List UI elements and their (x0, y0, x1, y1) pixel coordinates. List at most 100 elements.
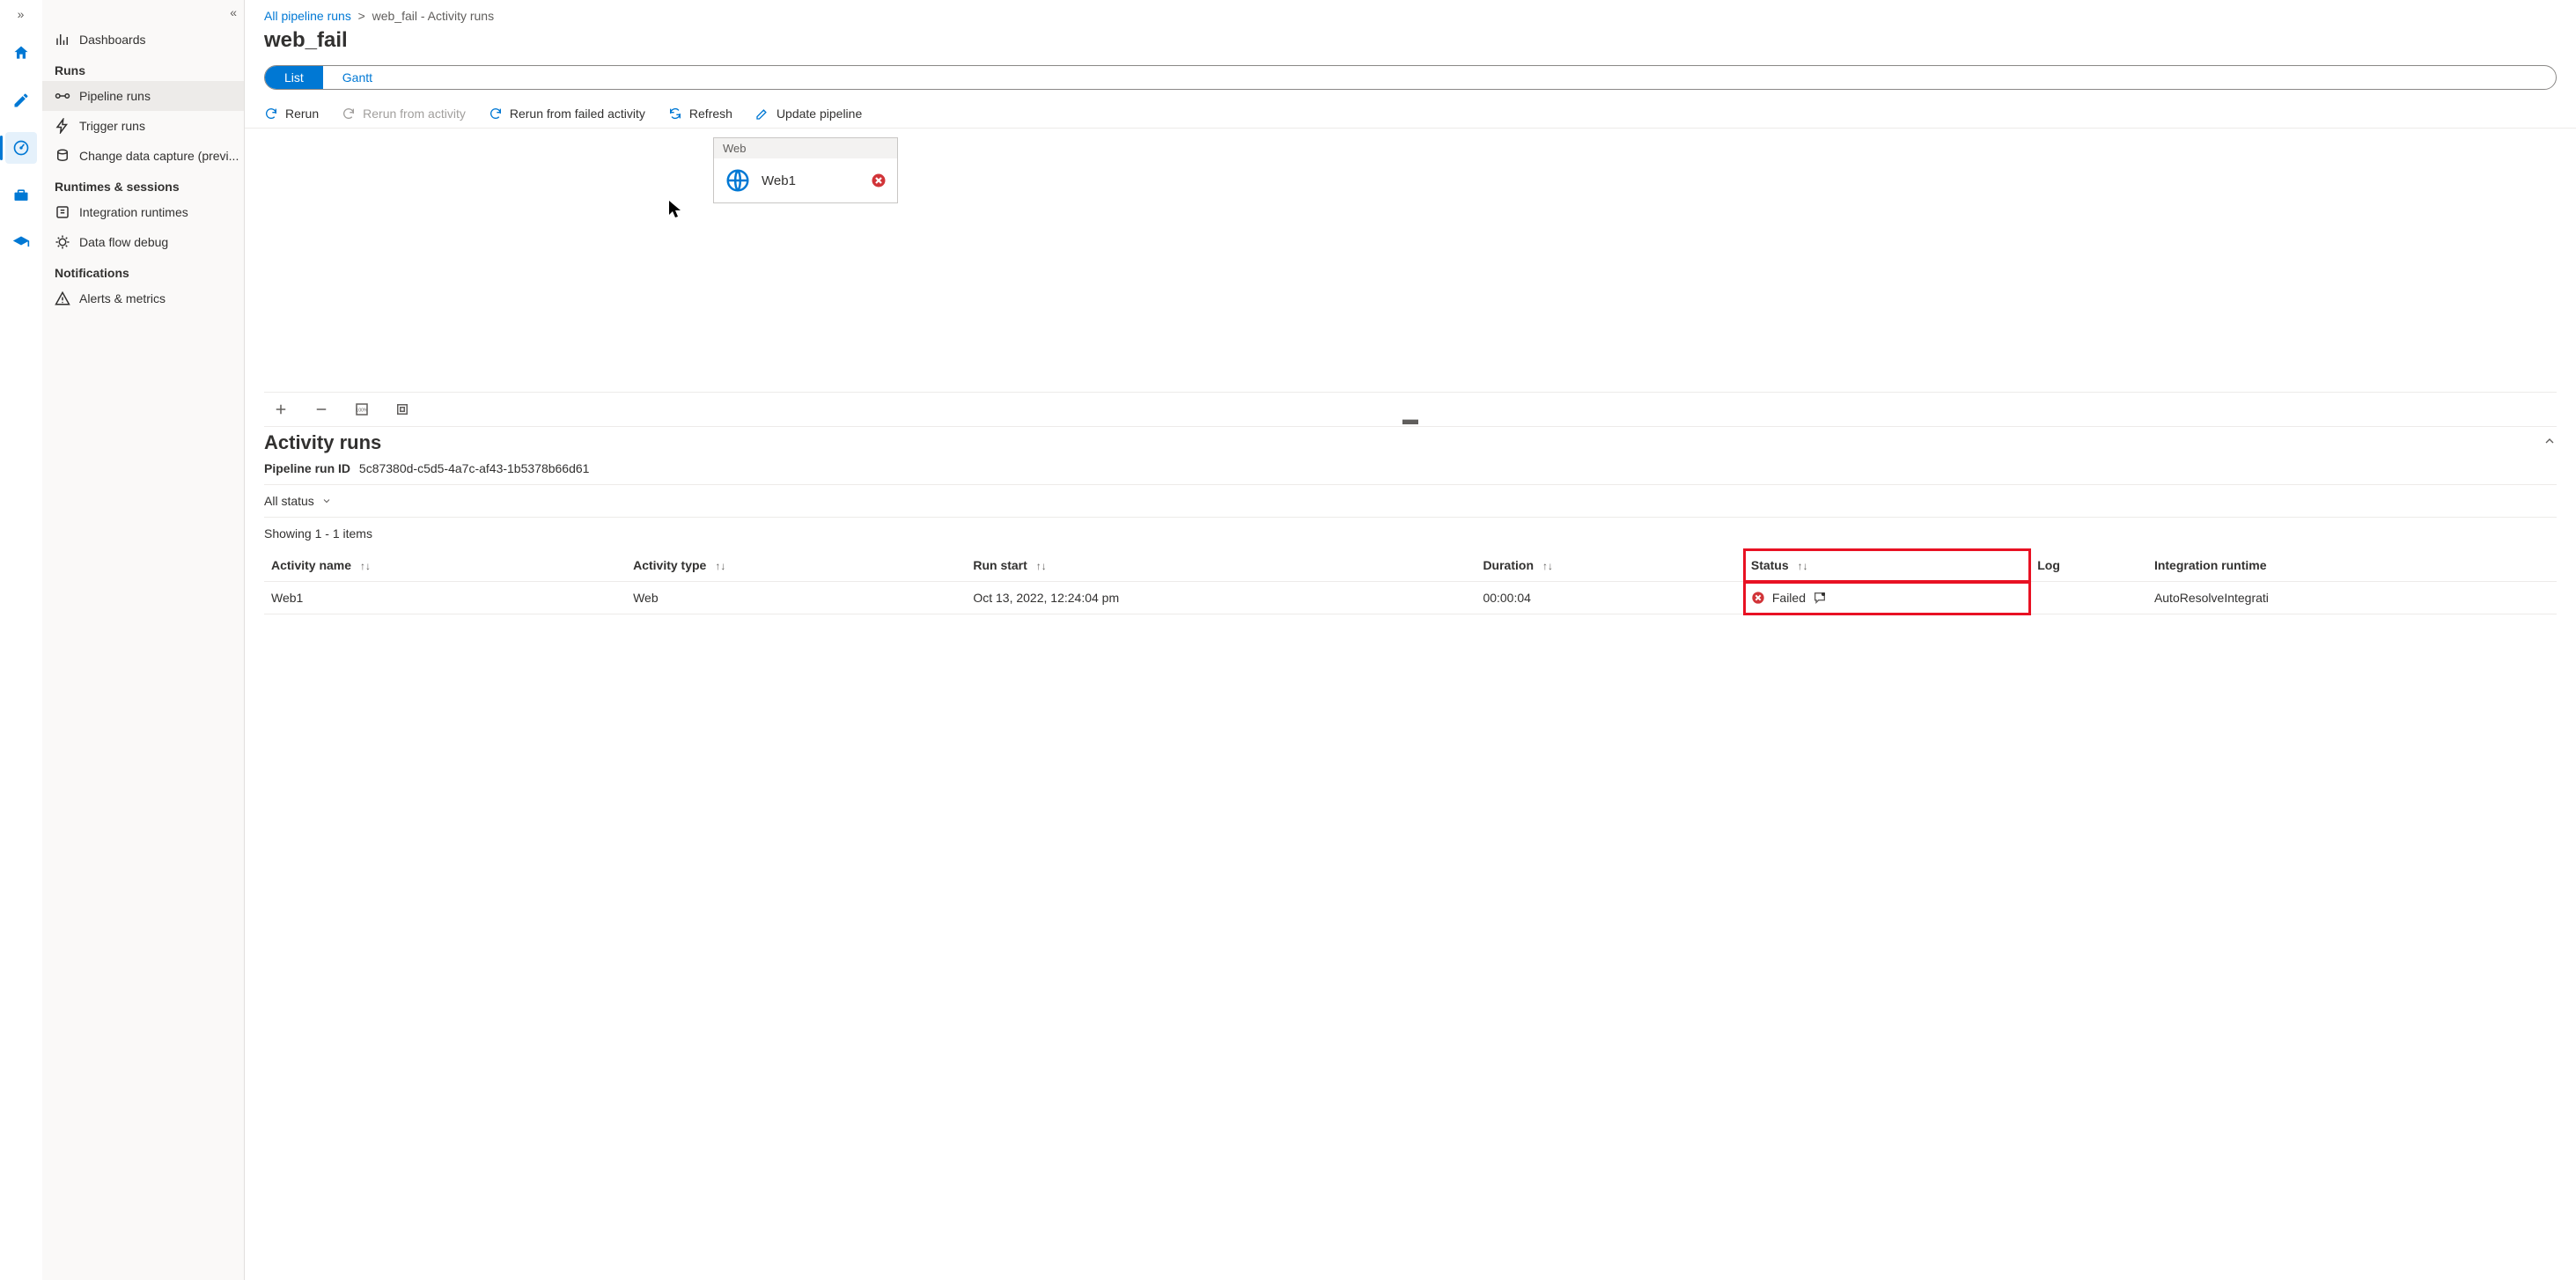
cell-activity-name: Web1 (264, 582, 626, 614)
cell-duration: 00:00:04 (1476, 582, 1743, 614)
col-integration-runtime[interactable]: Integration runtime (2147, 549, 2557, 582)
collapse-section-icon[interactable] (2543, 434, 2557, 452)
sidebar-label: Data flow debug (79, 235, 168, 249)
sidebar-label: Dashboards (79, 33, 146, 47)
activity-card-type: Web (714, 138, 897, 158)
rerun-activity-icon (342, 107, 356, 121)
activity-runs-table: Activity name↑↓ Activity type↑↓ Run star… (264, 549, 2557, 614)
sidebar-label: Pipeline runs (79, 89, 151, 103)
run-id-label: Pipeline run ID (264, 461, 350, 475)
showing-count: Showing 1 - 1 items (264, 518, 2557, 549)
cmd-refresh[interactable]: Refresh (668, 107, 732, 121)
sort-icon: ↑↓ (1798, 560, 1808, 572)
sort-icon: ↑↓ (715, 560, 725, 572)
run-id-row: Pipeline run ID 5c87380d-c5d5-4a7c-af43-… (264, 454, 2557, 485)
run-id-value: 5c87380d-c5d5-4a7c-af43-1b5378b66d61 (359, 461, 590, 475)
sort-icon: ↑↓ (1542, 560, 1553, 572)
svg-text:100%: 100% (356, 408, 368, 413)
resize-grip-icon[interactable]: ▬ (245, 416, 2576, 423)
activity-runs-title: Activity runs (264, 431, 381, 454)
sidebar-section-runs: Runs (42, 55, 244, 81)
chevron-down-icon (321, 496, 332, 506)
pipeline-icon (55, 88, 70, 104)
monitor-sidebar: « Dashboards Runs Pipeline runs Trigger … (42, 0, 245, 1280)
home-icon (12, 44, 30, 62)
cmd-label: Update pipeline (776, 107, 862, 121)
sidebar-label: Alerts & metrics (79, 291, 166, 305)
alert-icon (55, 291, 70, 306)
sort-icon: ↑↓ (1036, 560, 1047, 572)
rerun-failed-icon (489, 107, 503, 121)
chevron-up-icon (2543, 434, 2557, 448)
edit-icon (755, 107, 769, 121)
breadcrumb: All pipeline runs > web_fail - Activity … (245, 0, 2576, 25)
view-toggle: List Gantt (264, 65, 2557, 90)
rail-learn[interactable] (5, 227, 37, 259)
sidebar-item-dataflow-debug[interactable]: Data flow debug (42, 227, 244, 257)
cell-run-start: Oct 13, 2022, 12:24:04 pm (966, 582, 1476, 614)
activity-card-name: Web1 (762, 173, 796, 188)
globe-icon (725, 167, 751, 194)
cmd-rerun-from-failed[interactable]: Rerun from failed activity (489, 107, 645, 121)
gauge-icon (12, 139, 30, 157)
toolbox-icon (12, 187, 30, 204)
page-title: web_fail (245, 25, 2576, 62)
cmd-label: Rerun from activity (363, 107, 466, 121)
col-run-start[interactable]: Run start↑↓ (966, 549, 1476, 582)
cell-status[interactable]: Failed (1744, 582, 2030, 614)
refresh-icon (668, 107, 682, 121)
command-bar: Rerun Rerun from activity Rerun from fai… (245, 99, 2576, 129)
debug-icon (55, 234, 70, 250)
error-icon (1751, 591, 1765, 605)
pencil-icon (12, 92, 30, 109)
toggle-gantt[interactable]: Gantt (323, 66, 392, 89)
status-filter-label: All status (264, 494, 314, 508)
sidebar-item-cdc[interactable]: Change data capture (previ... (42, 141, 244, 171)
cmd-rerun[interactable]: Rerun (264, 107, 319, 121)
error-icon (871, 173, 887, 188)
expand-rail-icon[interactable]: » (5, 7, 37, 21)
sidebar-item-dashboards[interactable]: Dashboards (42, 25, 244, 55)
col-status[interactable]: Status↑↓ (1744, 549, 2030, 582)
activity-card-web1[interactable]: Web Web1 (713, 137, 898, 203)
sidebar-label: Change data capture (previ... (79, 149, 239, 163)
sidebar-label: Integration runtimes (79, 205, 188, 219)
sidebar-item-trigger-runs[interactable]: Trigger runs (42, 111, 244, 141)
cell-integration-runtime: AutoResolveIntegrati (2147, 582, 2557, 614)
pipeline-canvas[interactable]: Web Web1 (264, 129, 2557, 393)
activity-runs-section: Activity runs Pipeline run ID 5c87380d-c… (245, 423, 2576, 1280)
status-filter[interactable]: All status (264, 485, 2557, 518)
rail-author[interactable] (5, 85, 37, 116)
col-activity-name[interactable]: Activity name↑↓ (264, 549, 626, 582)
cmd-rerun-from-activity: Rerun from activity (342, 107, 466, 121)
breadcrumb-leaf: web_fail - Activity runs (372, 9, 495, 23)
breadcrumb-root[interactable]: All pipeline runs (264, 9, 351, 23)
col-activity-type[interactable]: Activity type↑↓ (626, 549, 966, 582)
cdc-icon (55, 148, 70, 164)
sidebar-section-notifications: Notifications (42, 257, 244, 283)
dashboard-icon (55, 32, 70, 48)
rail-manage[interactable] (5, 180, 37, 211)
table-row[interactable]: Web1 Web Oct 13, 2022, 12:24:04 pm 00:00… (264, 582, 2557, 614)
sidebar-item-alerts[interactable]: Alerts & metrics (42, 283, 244, 313)
main-content: All pipeline runs > web_fail - Activity … (245, 0, 2576, 1280)
icon-rail: » (0, 0, 42, 1280)
toggle-list[interactable]: List (265, 66, 323, 89)
cmd-label: Rerun (285, 107, 319, 121)
cmd-update-pipeline[interactable]: Update pipeline (755, 107, 862, 121)
message-icon[interactable] (1813, 591, 1827, 605)
col-log[interactable]: Log (2030, 549, 2147, 582)
rail-home[interactable] (5, 37, 37, 69)
rail-monitor[interactable] (5, 132, 37, 164)
collapse-sidebar-icon[interactable]: « (42, 0, 244, 25)
rerun-icon (264, 107, 278, 121)
col-duration[interactable]: Duration↑↓ (1476, 549, 1743, 582)
cmd-label: Refresh (689, 107, 732, 121)
sidebar-item-pipeline-runs[interactable]: Pipeline runs (42, 81, 244, 111)
sidebar-label: Trigger runs (79, 119, 145, 133)
cmd-label: Rerun from failed activity (510, 107, 645, 121)
sidebar-item-integration-runtimes[interactable]: Integration runtimes (42, 197, 244, 227)
ir-icon (55, 204, 70, 220)
cell-activity-type: Web (626, 582, 966, 614)
sort-icon: ↑↓ (360, 560, 371, 572)
